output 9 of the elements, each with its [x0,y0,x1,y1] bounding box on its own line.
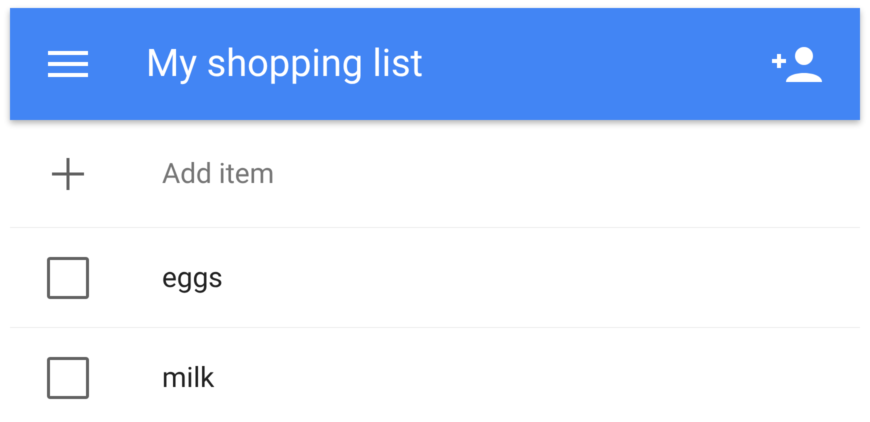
app-title: My shopping list [146,40,424,88]
add-person-icon[interactable] [772,46,822,82]
item-label: milk [162,360,214,396]
plus-icon[interactable] [52,158,84,190]
checkbox[interactable] [47,256,89,298]
menu-icon[interactable] [48,50,88,78]
item-label: eggs [162,260,223,296]
checkbox[interactable] [47,356,89,398]
add-item-field[interactable]: Add item [162,152,860,194]
